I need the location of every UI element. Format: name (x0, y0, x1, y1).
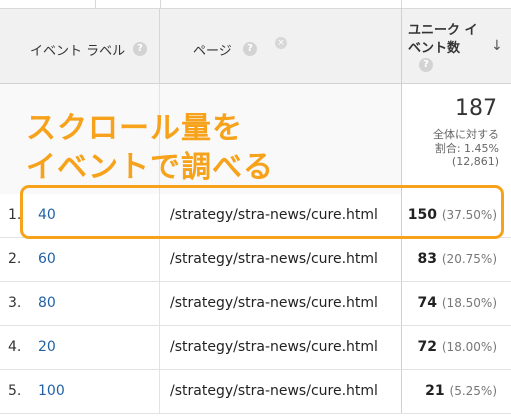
cell-divider (159, 326, 160, 369)
header-divider (401, 8, 402, 84)
page-path: /strategy/stra-news/cure.html (170, 295, 378, 311)
top-divider (160, 0, 161, 8)
unique-events-value: 21 (5.25%) (425, 383, 497, 399)
event-label-link[interactable]: 60 (38, 251, 56, 267)
summary-line: 割合: 1.45% (434, 142, 499, 155)
unique-events-value: 72 (18.00%) (418, 339, 497, 355)
event-label-link[interactable]: 20 (38, 339, 56, 355)
unique-events-value: 74 (18.50%) (418, 295, 497, 311)
page-path: /strategy/stra-news/cure.html (170, 383, 378, 399)
row-index: 5. (8, 383, 22, 399)
column-header-page[interactable]: ページ (193, 40, 232, 59)
header-divider (159, 8, 160, 84)
help-icon[interactable]: ? (419, 58, 433, 72)
table-row[interactable]: 3. 80 /strategy/stra-news/cure.html 74 (… (0, 282, 511, 326)
column-header-unique-events-line2[interactable]: ベント数 (408, 37, 460, 56)
value-percent: (18.00%) (441, 340, 497, 354)
top-divider (95, 0, 96, 8)
annotation-highlight-box (20, 185, 504, 239)
page-path: /strategy/stra-news/cure.html (170, 339, 378, 355)
value-percent: (20.75%) (441, 252, 497, 266)
cell-divider (159, 238, 160, 281)
summary-total-cell: 187 全体に対する 割合: 1.45% (12,861) (401, 84, 511, 198)
table-row[interactable]: 4. 20 /strategy/stra-news/cure.html 72 (… (0, 326, 511, 370)
top-divider (401, 0, 402, 8)
remove-dimension-icon[interactable]: × (275, 37, 287, 49)
value-percent: (5.25%) (449, 384, 497, 398)
page-path: /strategy/stra-news/cure.html (170, 251, 378, 267)
summary-line: (12,861) (451, 155, 499, 168)
cell-divider (159, 282, 160, 325)
value-number: 83 (417, 251, 437, 267)
annotation-line2: イベントで調べる (26, 150, 274, 185)
value-number: 72 (417, 339, 437, 355)
help-icon[interactable]: ? (133, 42, 147, 56)
column-header-unique-events[interactable]: ユニーク イ (408, 19, 478, 38)
top-strip (0, 0, 511, 8)
value-percent: (18.50%) (441, 296, 497, 310)
event-label-link[interactable]: 80 (38, 295, 56, 311)
row-index: 2. (8, 251, 22, 267)
cell-divider (159, 370, 160, 413)
event-label-link[interactable]: 100 (38, 383, 65, 399)
annotation-line1: スクロール量を (26, 111, 243, 146)
value-number: 74 (417, 295, 437, 311)
row-index: 4. (8, 339, 22, 355)
table-row[interactable]: 5. 100 /strategy/stra-news/cure.html 21 … (0, 370, 511, 414)
help-icon[interactable]: ? (243, 42, 257, 56)
sort-descending-icon[interactable]: ↓ (491, 38, 503, 54)
total-value: 187 (455, 96, 497, 121)
unique-events-value: 83 (20.75%) (418, 251, 497, 267)
column-header-event-label[interactable]: イベント ラベル (30, 40, 125, 59)
row-index: 3. (8, 295, 22, 311)
table-row[interactable]: 2. 60 /strategy/stra-news/cure.html 83 (… (0, 238, 511, 282)
value-number: 21 (425, 383, 445, 399)
